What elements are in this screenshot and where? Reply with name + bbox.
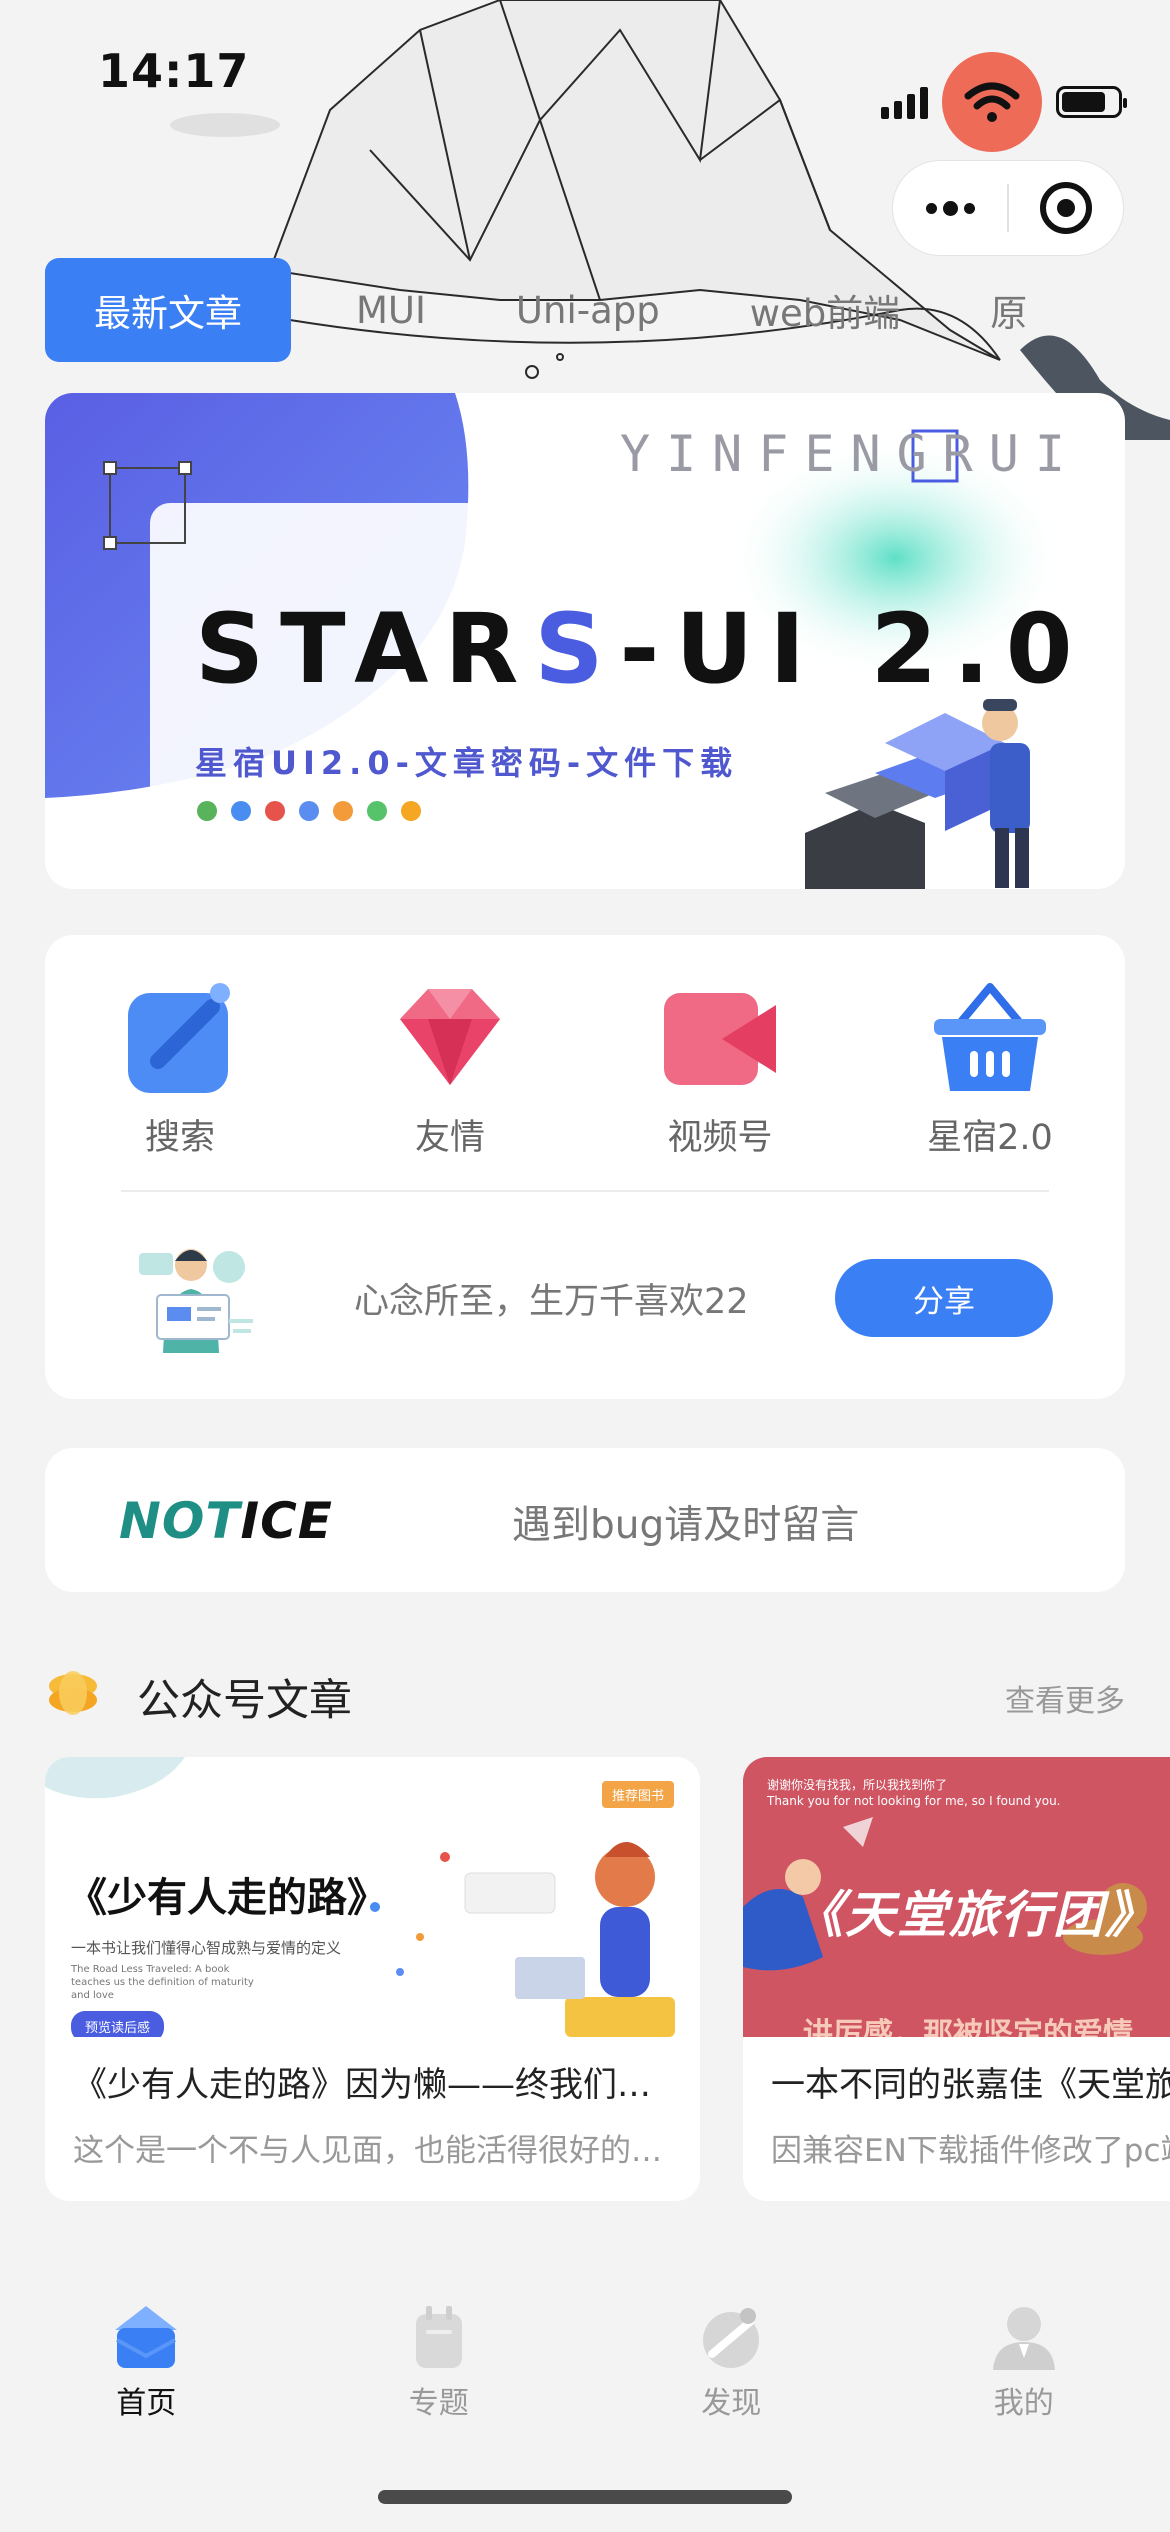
quick-actions-card: 搜索 友情 视频号 星宿2.0 心念所至，生万千喜欢22 分享 — [45, 935, 1125, 1399]
grid-item-channels[interactable]: 视频号 — [585, 979, 855, 1160]
share-button[interactable]: 分享 — [835, 1259, 1053, 1337]
tabbar-label: 我的 — [993, 2386, 1054, 2421]
banner-subtitle: 星宿UI2.0-文章密码-文件下载 — [195, 744, 739, 782]
tabbar-item-me[interactable]: 我的 — [878, 2290, 1170, 2450]
banner-app-icons — [197, 801, 421, 821]
article-title: 《少有人走的路》因为懒——终我们一生 — [73, 2065, 684, 2105]
section-header: 公众号文章 查看更多 — [45, 1658, 1125, 1730]
basket-icon — [930, 979, 1050, 1095]
hero-banner[interactable]: YINFENGRUI STARS-UI 2.0 星宿UI2.0-文章密码-文件下… — [45, 393, 1125, 889]
notice-bar[interactable]: NOTICE 遇到bug请及时留言 — [45, 1448, 1125, 1592]
person-illustration-icon — [139, 1249, 253, 1353]
banner-title: STARS-UI 2.0 — [195, 593, 1089, 705]
status-time: 14:17 — [98, 44, 250, 98]
article-card[interactable]: 谢谢你没有找我，所以我找到你了 Thank you for not looking… — [743, 1757, 1170, 2201]
share-row: 心念所至，生万千喜欢22 分享 — [45, 1233, 1125, 1363]
status-icons — [881, 52, 1127, 152]
article-thumbnail: 谢谢你没有找我，所以我找到你了 Thank you for not looking… — [743, 1757, 1170, 2037]
grid-item-label: 星宿2.0 — [927, 1118, 1053, 1158]
video-icon — [660, 979, 780, 1095]
tab-original[interactable]: 原 — [945, 258, 1072, 362]
thumbnail-caption: 谢谢你没有找我，所以我找到你了 Thank you for not looking… — [767, 1778, 1061, 1808]
edit-icon — [120, 979, 240, 1095]
grid-item-stars[interactable]: 星宿2.0 — [855, 979, 1125, 1160]
notice-logo: NOTICE — [119, 1492, 333, 1550]
thumbnail-tag: 推荐图书 — [601, 1781, 674, 1808]
topic-icon — [415, 2306, 462, 2368]
tabbar-item-discover[interactable]: 发现 — [585, 2290, 878, 2450]
app-screen: 14:17 最新文章 MUI Uni-app web前端 原 YINFENGRU… — [0, 0, 1170, 2532]
grid-item-friends[interactable]: 友情 — [315, 979, 585, 1160]
miniprogram-capsule — [892, 160, 1124, 256]
thumbnail-subtitle: 讲厉感，那被坚定的爱情 — [803, 2017, 1133, 2037]
tab-web[interactable]: web前端 — [705, 258, 946, 362]
tabbar-label: 发现 — [701, 2386, 762, 2421]
wifi-icon — [942, 52, 1042, 152]
tabbar-label: 首页 — [116, 2386, 177, 2421]
tabbar-label: 专题 — [408, 2386, 469, 2421]
notice-text: 遇到bug请及时留言 — [512, 1503, 860, 1548]
home-indicator[interactable] — [378, 2490, 792, 2504]
user-icon — [992, 2307, 1055, 2370]
more-options-button[interactable] — [893, 161, 1007, 255]
close-miniprogram-button[interactable] — [1009, 161, 1123, 255]
article-desc: 这个是一个不与人见面，也能活得很好的时代 — [73, 2133, 684, 2169]
bottom-tab-bar: 首页 专题 发现 我的 — [0, 2290, 1170, 2450]
grid-item-label: 搜索 — [144, 1118, 215, 1158]
category-tabs: 最新文章 MUI Uni-app web前端 原 — [45, 258, 1170, 362]
thumbnail-caption: 一本书让我们懂得心智成熟与爱情的定义 — [71, 1939, 342, 1957]
tab-uniapp[interactable]: Uni-app — [471, 258, 705, 362]
tabbar-item-topics[interactable]: 专题 — [293, 2290, 586, 2450]
grid-item-search[interactable]: 搜索 — [45, 979, 315, 1160]
home-icon — [115, 2306, 178, 2368]
section-title: 公众号文章 — [137, 1676, 352, 1726]
target-icon — [1040, 182, 1092, 234]
divider — [121, 1190, 1049, 1192]
see-more-link[interactable]: 查看更多 — [1005, 1676, 1125, 1720]
gem-icon — [390, 979, 510, 1095]
tabbar-item-home[interactable]: 首页 — [0, 2290, 293, 2450]
discover-icon — [703, 2308, 760, 2368]
battery-icon — [1056, 86, 1127, 118]
article-title: 一本不同的张嘉佳《天堂旅行团》 — [771, 2065, 1170, 2105]
tab-mui[interactable]: MUI — [311, 258, 471, 362]
banner-brand: YINFENGRUI — [619, 425, 1081, 483]
thumbnail-title: 《天堂旅行团》 — [793, 1886, 1157, 1944]
section-icon — [49, 1671, 97, 1715]
signal-icon — [881, 85, 928, 119]
thumbnail-caption-en: The Road Less Traveled: A book teaches u… — [71, 1964, 254, 2001]
thumbnail-pill: 预览读后感 — [71, 2011, 165, 2037]
quick-actions-grid: 搜索 友情 视频号 星宿2.0 — [45, 979, 1125, 1160]
article-thumbnail: 推荐图书 《少有人走的路》 一本书让我们懂得心智成熟与爱情的定义 The Roa… — [45, 1757, 700, 2037]
motto-text: 心念所至，生万千喜欢22 — [354, 1282, 749, 1322]
article-desc: 因兼容EN下载插件修改了pc端 — [771, 2133, 1170, 2169]
thumbnail-title: 《少有人走的路》 — [67, 1875, 387, 1921]
more-dots-icon — [925, 200, 975, 216]
tab-latest[interactable]: 最新文章 — [45, 258, 291, 362]
grid-item-label: 友情 — [414, 1118, 485, 1158]
article-card[interactable]: 推荐图书 《少有人走的路》 一本书让我们懂得心智成熟与爱情的定义 The Roa… — [45, 1757, 700, 2201]
grid-item-label: 视频号 — [667, 1118, 773, 1158]
article-carousel: 推荐图书 《少有人走的路》 一本书让我们懂得心智成熟与爱情的定义 The Roa… — [45, 1757, 1170, 2201]
